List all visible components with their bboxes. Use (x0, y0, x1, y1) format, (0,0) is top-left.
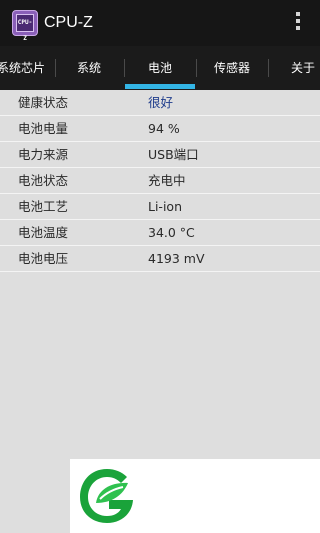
row-value: 94 % (148, 121, 180, 136)
table-row: 健康状态 很好 (0, 90, 320, 116)
row-label: 电池状态 (18, 173, 69, 188)
row-value: 充电中 (148, 173, 186, 188)
battery-info-table: 健康状态 很好 电池电量 94 % 电力来源 USB端口 电池状态 充电中 电池… (0, 90, 320, 272)
row-value: 很好 (148, 95, 174, 110)
row-label: 电池温度 (18, 225, 69, 240)
row-label: 电力来源 (18, 147, 69, 162)
app-title: CPU-Z (44, 14, 93, 31)
table-row: 电池温度 34.0 °C (0, 220, 320, 246)
row-value: 34.0 °C (148, 225, 195, 240)
tab-system[interactable]: 系统 (56, 46, 122, 90)
app-bar: CPU-Z CPU-Z (0, 0, 320, 46)
table-row: 电池电压 4193 mV (0, 246, 320, 272)
active-tab-indicator (125, 84, 195, 89)
row-label: 电池电量 (18, 121, 69, 136)
tab-sensors[interactable]: 传感器 (197, 46, 267, 90)
row-value: Li-ion (148, 199, 182, 214)
row-value: 4193 mV (148, 251, 205, 266)
row-label: 电池工艺 (18, 199, 69, 214)
row-value: USB端口 (148, 147, 199, 162)
watermark-logo-box (70, 459, 320, 533)
table-row: 电池电量 94 % (0, 116, 320, 142)
table-row: 电力来源 USB端口 (0, 142, 320, 168)
table-row: 电池工艺 Li-ion (0, 194, 320, 220)
tab-divider (268, 59, 269, 77)
tab-soc[interactable]: 系统芯片 (0, 46, 50, 90)
tab-about[interactable]: 关于 (278, 46, 320, 90)
app-icon-chip: CPU-Z (16, 14, 34, 42)
overflow-menu-icon[interactable] (294, 12, 302, 34)
row-label: 健康状态 (18, 95, 69, 110)
table-row: 电池状态 充电中 (0, 168, 320, 194)
cpu-z-app-icon: CPU-Z (12, 10, 38, 42)
row-label: 电池电压 (18, 251, 69, 266)
green-leaf-logo-icon (80, 469, 133, 523)
